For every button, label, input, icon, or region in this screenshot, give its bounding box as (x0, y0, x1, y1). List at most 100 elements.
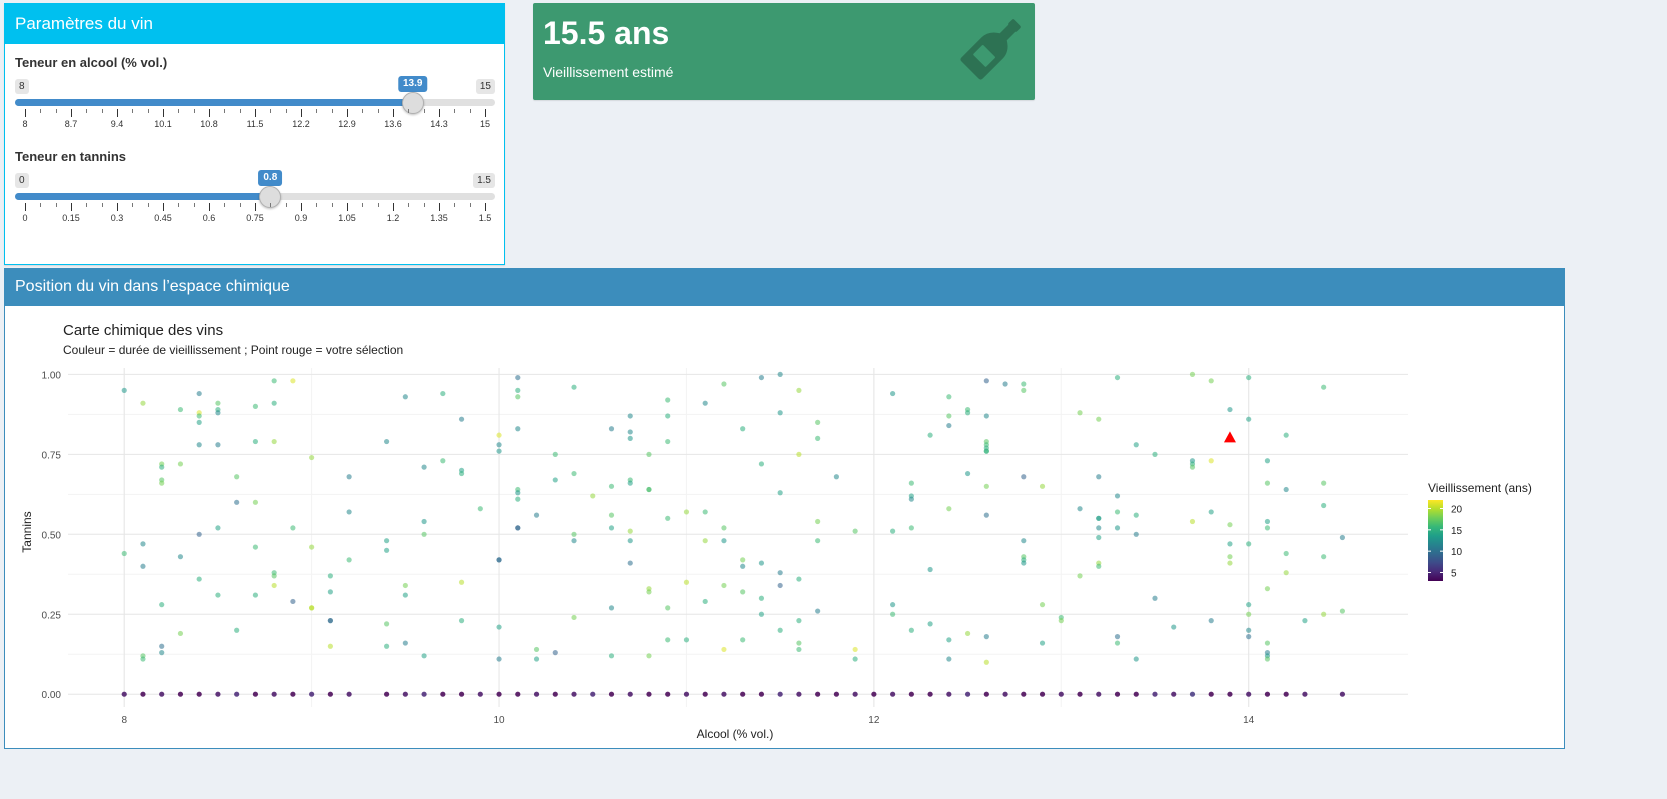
data-point (252, 403, 259, 409)
data-point (852, 646, 858, 653)
alcohol-slider-track[interactable] (15, 92, 495, 114)
tannin-slider-track[interactable] (15, 186, 495, 208)
data-point (815, 608, 821, 614)
data-point (140, 563, 146, 569)
data-point (1077, 410, 1083, 416)
aging-value-box: 15.5 ans Vieillissement estimé (533, 3, 1035, 100)
tan-slider-tick-label: 0.6 (202, 213, 216, 223)
data-point (1114, 509, 1121, 515)
alc-slider-minor-tick (331, 109, 333, 113)
data-point (1096, 691, 1102, 697)
alc-slider-minor-tick (86, 109, 88, 113)
data-point (1133, 691, 1139, 697)
data-point (646, 451, 652, 457)
data-point (196, 691, 202, 697)
data-point (665, 691, 671, 697)
data-point (290, 691, 296, 697)
data-point (758, 560, 765, 566)
tan-slider-minor-tick (469, 203, 471, 207)
alc-slider-tick-label: 10.8 (200, 119, 218, 129)
data-point (177, 461, 184, 467)
alc-slider-minor-tick (224, 109, 226, 113)
alc-slider-minor-tick (55, 109, 57, 113)
data-point (1077, 573, 1083, 579)
data-point (1302, 618, 1308, 624)
data-point (815, 518, 821, 525)
data-point (384, 691, 390, 697)
data-point (796, 646, 802, 653)
data-point (1208, 378, 1214, 384)
data-point (1208, 691, 1214, 697)
data-point (196, 531, 202, 537)
plot-box-title: Position du vin dans l’espace chimique (5, 268, 1564, 306)
data-point (815, 419, 821, 425)
data-point (515, 490, 521, 496)
tan-slider-tick (25, 203, 26, 211)
data-point (946, 637, 952, 643)
data-point (852, 691, 858, 697)
data-point (627, 560, 633, 566)
data-point (946, 413, 952, 419)
data-point (946, 691, 952, 697)
data-point (159, 691, 165, 697)
tan-slider-minor-tick (270, 203, 272, 207)
data-point (608, 483, 615, 489)
data-point (1246, 691, 1252, 697)
y-tick-label: 0.25 (42, 610, 62, 621)
data-point (1264, 480, 1271, 486)
data-point (571, 538, 577, 544)
data-point (890, 611, 896, 617)
alcohol-min-badge: 8 (15, 79, 29, 94)
alc-slider-tick-label: 12.2 (292, 119, 310, 129)
data-point (177, 406, 184, 413)
data-point (234, 499, 240, 505)
data-point (777, 691, 783, 697)
data-point (440, 458, 446, 464)
data-point (665, 637, 671, 643)
data-point (1321, 611, 1327, 617)
data-point (758, 611, 765, 617)
data-point (1227, 541, 1233, 547)
data-point (1002, 691, 1008, 697)
data-point (646, 691, 652, 697)
data-point (1152, 451, 1158, 457)
data-point (927, 691, 933, 697)
data-point (908, 496, 914, 502)
data-point (1152, 691, 1158, 697)
data-point (515, 525, 521, 531)
data-point (1096, 416, 1102, 422)
tan-slider-minor-tick (147, 203, 149, 207)
data-point (515, 426, 521, 432)
alc-slider-tick (117, 109, 118, 117)
data-point (196, 442, 202, 448)
data-point (140, 400, 146, 406)
data-point (140, 691, 146, 697)
data-point (740, 557, 746, 563)
data-point (177, 691, 184, 697)
tan-slider-tick (485, 203, 486, 211)
data-point (533, 691, 540, 697)
tan-slider-tick-label: 0.45 (154, 213, 172, 223)
data-point (721, 691, 727, 697)
tannin-max-badge: 1.5 (473, 173, 495, 188)
data-point (1021, 691, 1027, 697)
data-point (702, 400, 708, 406)
data-point (215, 691, 221, 697)
tan-slider-minor-tick (178, 203, 180, 207)
data-point (252, 592, 259, 598)
tan-slider-minor-tick (193, 203, 195, 207)
alc-slider-tick-label: 15 (479, 119, 491, 129)
data-point (740, 589, 746, 595)
data-point (1114, 374, 1121, 381)
data-point (777, 582, 783, 589)
data-point (1096, 515, 1102, 521)
data-point (1246, 541, 1252, 547)
data-point (627, 538, 633, 544)
data-point (271, 400, 277, 406)
data-point (1114, 640, 1121, 646)
data-point (515, 387, 521, 393)
x-tick-label: 8 (121, 715, 127, 726)
tannin-min-badge: 0 (15, 173, 29, 188)
data-point (608, 605, 615, 611)
data-point (496, 557, 502, 563)
